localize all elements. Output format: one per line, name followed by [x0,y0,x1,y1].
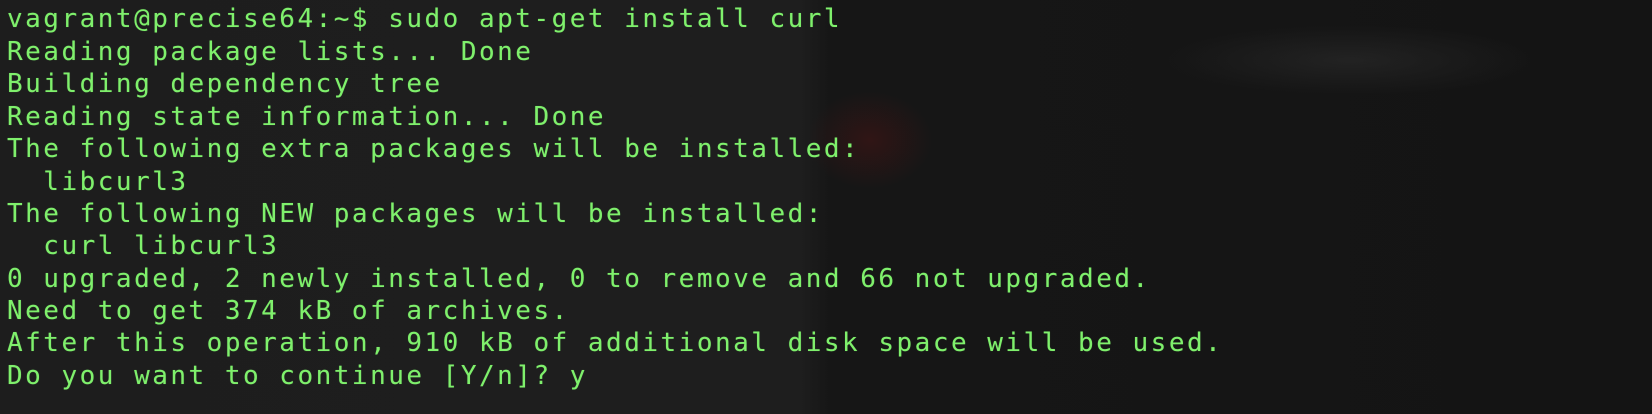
terminal-line-output: Reading state information... Done [7,102,607,132]
terminal-window[interactable]: vagrant@precise64:~$ sudo apt-get instal… [0,0,1652,414]
terminal-line-output: The following NEW packages will be insta… [7,199,824,229]
terminal-line-prompt: Do you want to continue [Y/n]? y [7,361,588,391]
terminal-line-output: curl libcurl3 [7,231,280,261]
terminal-line-output: Need to get 374 kB of archives. [7,296,570,326]
terminal-line-output: 0 upgraded, 2 newly installed, 0 to remo… [7,264,1151,294]
terminal-line-command: vagrant@precise64:~$ sudo apt-get instal… [7,4,843,34]
terminal-line-output: Reading package lists... Done [7,37,534,67]
terminal-line-output: Building dependency tree [7,69,443,99]
terminal-line-output: After this operation, 910 kB of addition… [7,328,1224,358]
terminal-line-output: libcurl3 [7,167,189,197]
terminal-line-output: The following extra packages will be ins… [7,134,861,164]
